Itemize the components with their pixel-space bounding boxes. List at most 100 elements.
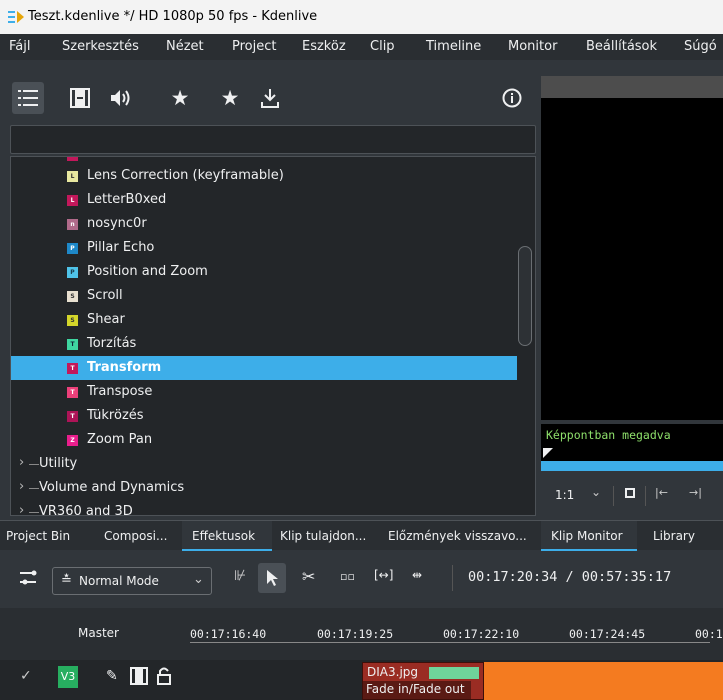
- effect-label: LetterB0xed: [87, 192, 167, 207]
- effect-item[interactable]: P Pillar Echo: [11, 236, 517, 260]
- effect-label: Shear: [87, 312, 125, 327]
- tab-project-bin[interactable]: Project Bin: [0, 521, 94, 551]
- razor-icon[interactable]: ✂: [302, 567, 315, 586]
- effect-item[interactable]: Z Zoom Pan: [11, 428, 517, 452]
- tab-compositions[interactable]: Composi...: [94, 521, 182, 551]
- monitor-osd-text: Képpontban megadva: [541, 424, 723, 446]
- divider: [613, 486, 614, 506]
- category-volume-dynamics[interactable]: › Volume and Dynamics: [11, 476, 517, 500]
- effects-toolbar: ★ ★: [0, 76, 540, 124]
- effect-item[interactable]: L Lens Correction (keyframable): [11, 164, 517, 188]
- effect-search-input[interactable]: [10, 125, 536, 154]
- window-title: Teszt.kdenlive */ HD 1080p 50 fps - Kden…: [28, 9, 318, 24]
- custom-effects-icon[interactable]: ★: [164, 82, 196, 114]
- window-titlebar: Teszt.kdenlive */ HD 1080p 50 fps - Kden…: [0, 0, 723, 34]
- select-tool-button[interactable]: [258, 563, 286, 593]
- fullscreen-icon[interactable]: [625, 488, 635, 498]
- marker-triangle-icon: [543, 448, 553, 458]
- effect-item[interactable]: S Scroll: [11, 284, 517, 308]
- menu-view[interactable]: Nézet: [166, 39, 204, 54]
- timeline-clip[interactable]: DIA3.jpg Fade in/Fade out: [362, 662, 484, 700]
- menu-help[interactable]: Súgó: [684, 39, 717, 54]
- effect-wand-icon[interactable]: ✎: [106, 668, 118, 684]
- spacer-tool-icon[interactable]: ▫▫: [340, 570, 355, 583]
- effect-letter-badge: L: [67, 171, 78, 182]
- zoom-select[interactable]: 1:1: [555, 488, 574, 502]
- lock-icon[interactable]: [156, 667, 172, 685]
- tree-connector: [29, 488, 39, 489]
- master-label: Master: [78, 626, 119, 640]
- menu-file[interactable]: Fájl: [9, 39, 30, 54]
- mode-label: Normal Mode: [79, 574, 159, 588]
- chevron-down-icon: ⌄: [193, 572, 204, 587]
- pointer-icon: [267, 570, 278, 586]
- effect-letter-badge: T: [67, 339, 78, 350]
- ruler-tick-label: 00:17:19:25: [317, 627, 394, 641]
- tree-scrollbar[interactable]: [518, 246, 532, 346]
- zone-in-icon[interactable]: |←: [655, 486, 668, 499]
- timeline-clip-orange[interactable]: [484, 662, 723, 700]
- effect-label: Transform: [87, 360, 162, 375]
- tab-clip-monitor[interactable]: Klip Monitor: [541, 521, 637, 551]
- download-icon[interactable]: [254, 82, 286, 114]
- snap-icon[interactable]: ⊮: [234, 568, 246, 584]
- effect-item[interactable]: T Transpose: [11, 380, 517, 404]
- effect-item[interactable]: T Tükrözés: [11, 404, 517, 428]
- category-vr360[interactable]: › VR360 and 3D: [11, 500, 517, 516]
- menu-settings[interactable]: Beállítások: [586, 39, 657, 54]
- ruler-tick-label: 00:17:24:45: [569, 627, 646, 641]
- effect-letter-badge: T: [67, 387, 78, 398]
- ruler-tick-label: 00:1: [695, 627, 723, 641]
- track-name-badge[interactable]: V3: [58, 666, 78, 688]
- chevron-right-icon: ›: [19, 479, 25, 494]
- tab-library[interactable]: Library: [637, 521, 723, 551]
- effect-letter-badge: P: [67, 243, 78, 254]
- effect-letter-badge: T: [67, 363, 78, 374]
- tree-connector: [29, 512, 39, 513]
- info-icon[interactable]: [496, 82, 528, 114]
- chevron-right-icon: ›: [19, 455, 25, 470]
- effect-label: Torzítás: [87, 336, 137, 351]
- audio-icon[interactable]: [104, 82, 136, 114]
- track-settings-icon[interactable]: [20, 569, 42, 589]
- chevron-down-icon[interactable]: ⌄: [591, 485, 601, 499]
- slip-icon[interactable]: ⇹: [412, 568, 422, 582]
- menu-monitor[interactable]: Monitor: [508, 39, 557, 54]
- ripple-icon[interactable]: [↔]: [374, 568, 393, 582]
- film-icon[interactable]: [64, 82, 96, 114]
- divider: [452, 565, 453, 591]
- kdenlive-app-icon: [8, 11, 24, 23]
- effect-badge-partial: [67, 157, 78, 161]
- effect-item[interactable]: S Shear: [11, 308, 517, 332]
- effect-label: Transpose: [87, 384, 153, 399]
- tab-effects[interactable]: Effektusok: [182, 521, 272, 551]
- collapse-icon[interactable]: ✓: [20, 668, 32, 684]
- effect-item[interactable]: T Torzítás: [11, 332, 517, 356]
- edit-mode-select[interactable]: ≛ Normal Mode ⌄: [52, 567, 212, 595]
- clip-thumbnail: [429, 667, 479, 679]
- category-label: Utility: [39, 456, 78, 471]
- menu-tool[interactable]: Eszköz: [302, 39, 346, 54]
- favorite-star-icon[interactable]: ★: [214, 82, 246, 114]
- menu-clip[interactable]: Clip: [370, 39, 395, 54]
- zone-out-icon[interactable]: →|: [689, 486, 702, 499]
- menu-edit[interactable]: Szerkesztés: [62, 39, 139, 54]
- category-label: VR360 and 3D: [39, 504, 133, 516]
- film-icon[interactable]: [130, 667, 148, 685]
- effect-label: Position and Zoom: [87, 264, 208, 279]
- category-utility[interactable]: › Utility: [11, 452, 517, 476]
- effect-item[interactable]: P Position and Zoom: [11, 260, 517, 284]
- effect-item[interactable]: n nosync0r: [11, 212, 517, 236]
- mode-icon: ≛: [61, 573, 72, 588]
- menu-project[interactable]: Project: [232, 39, 276, 54]
- tab-undo-history[interactable]: Előzmények visszavo...: [376, 521, 540, 551]
- effect-item[interactable]: L LetterB0xed: [11, 188, 517, 212]
- category-label: Volume and Dynamics: [39, 480, 185, 495]
- list-icon[interactable]: [12, 82, 44, 114]
- monitor-video-area[interactable]: [541, 98, 723, 420]
- monitor-zone-bar[interactable]: [541, 461, 723, 471]
- tab-clip-properties[interactable]: Klip tulajdon...: [272, 521, 376, 551]
- monitor-controls: 1:1 ⌄ |← →|: [541, 476, 723, 516]
- menu-timeline[interactable]: Timeline: [426, 39, 481, 54]
- effect-item-selected[interactable]: T Transform: [11, 356, 517, 380]
